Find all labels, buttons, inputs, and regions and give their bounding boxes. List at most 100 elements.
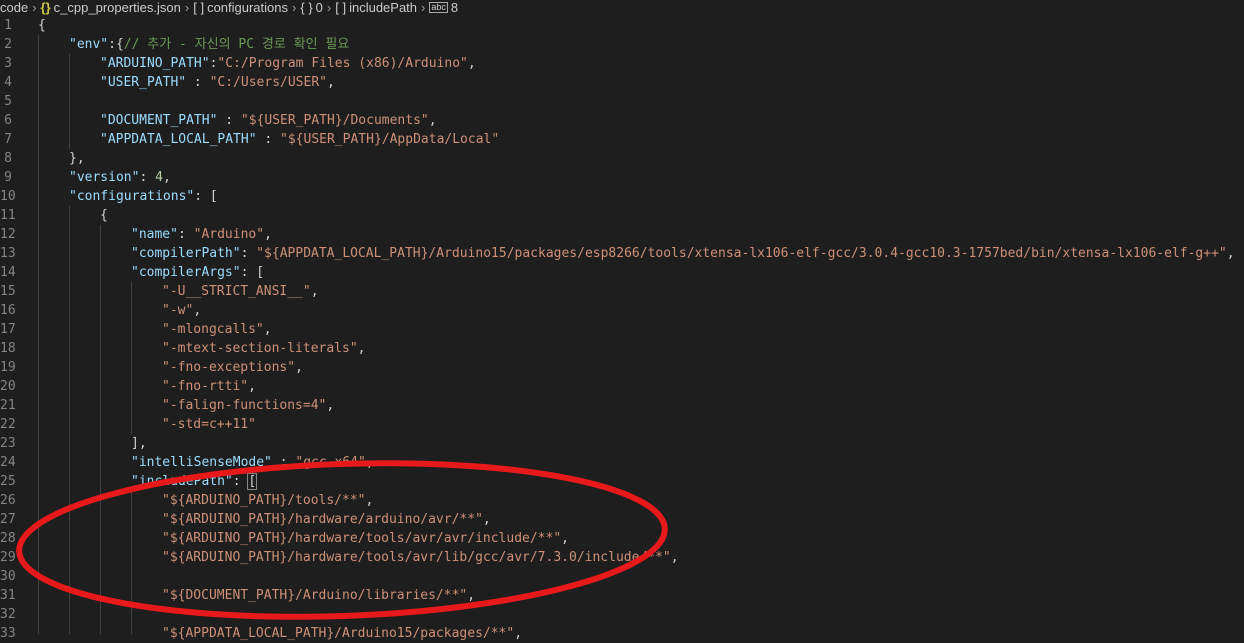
json-string: "${APPDATA_LOCAL_PATH}/Arduino15/package… bbox=[256, 246, 1227, 261]
matched-bracket: [ bbox=[247, 473, 258, 490]
indent-guide bbox=[100, 225, 101, 634]
chevron-right-icon: › bbox=[184, 0, 190, 15]
line-number: 12 bbox=[0, 227, 16, 242]
code-text: "-mlongcalls", bbox=[162, 322, 272, 337]
line-number: 11 bbox=[0, 208, 16, 223]
code-text: "-fno-exceptions", bbox=[162, 360, 303, 375]
line-number: 6 bbox=[4, 113, 12, 128]
code-text: "ARDUINO_PATH":"C:/Program Files (x86)/A… bbox=[100, 56, 476, 71]
json-string: "${ARDUINO_PATH}/hardware/tools/avr/avr/… bbox=[162, 531, 562, 546]
line-number: 1 bbox=[4, 18, 12, 33]
object-icon: { } bbox=[300, 0, 313, 15]
json-number: 4 bbox=[155, 170, 163, 185]
code-text: "-w", bbox=[162, 303, 202, 318]
json-string: "${DOCUMENT_PATH}/Arduino/libraries/**" bbox=[162, 588, 468, 603]
json-string: "-fno-exceptions" bbox=[162, 360, 296, 375]
json-key: "version" bbox=[69, 170, 140, 185]
line-number: 2 bbox=[4, 37, 12, 52]
line-number: 31 bbox=[0, 588, 16, 603]
json-string: "gcc-x64" bbox=[295, 455, 366, 470]
line-number: 23 bbox=[0, 436, 16, 451]
code-text: "configurations": [ bbox=[69, 189, 218, 204]
code-text: }, bbox=[69, 151, 85, 166]
breadcrumb-item-configurations[interactable]: [ ] configurations bbox=[193, 0, 288, 15]
line-number: 22 bbox=[0, 417, 16, 432]
json-key: "USER_PATH" bbox=[100, 75, 187, 90]
code-text: "compilerArgs": [ bbox=[131, 265, 265, 280]
breadcrumb-item-file[interactable]: {} c_cpp_properties.json bbox=[41, 0, 181, 15]
array-icon: [ ] bbox=[335, 0, 347, 15]
code-text: "${ARDUINO_PATH}/hardware/arduino/avr/**… bbox=[162, 512, 491, 527]
indent-guide bbox=[131, 282, 132, 434]
code-text: "-fno-rtti", bbox=[162, 379, 256, 394]
chevron-right-icon: › bbox=[421, 0, 426, 15]
string-icon: abc bbox=[429, 2, 448, 13]
line-number: 14 bbox=[0, 265, 16, 280]
json-string: "-w" bbox=[162, 303, 194, 318]
code-editor[interactable]: 1 { 2 "env":{// 추가 - 자신의 PC 경로 확인 필요 3 "ARD… bbox=[0, 16, 1244, 641]
json-key: "intelliSenseMode" bbox=[131, 455, 272, 470]
line-number: 24 bbox=[0, 455, 16, 470]
line-number: 17 bbox=[0, 322, 16, 337]
line-number: 19 bbox=[0, 360, 16, 375]
code-text: "DOCUMENT_PATH" : "${USER_PATH}/Document… bbox=[100, 113, 437, 128]
json-file-icon: {} bbox=[40, 0, 51, 15]
line-number: 21 bbox=[0, 398, 16, 413]
json-string: "C:/Users/USER" bbox=[209, 75, 327, 90]
breadcrumb-item-string[interactable]: abc 8 bbox=[429, 0, 458, 15]
code-text: "name": "Arduino", bbox=[131, 227, 272, 242]
json-key: "includePath" bbox=[131, 474, 233, 489]
code-comment: // 추가 - 자신의 PC 경로 확인 필요 bbox=[123, 37, 350, 52]
line-number: 25 bbox=[0, 474, 16, 489]
array-icon: [ ] bbox=[193, 0, 205, 15]
indent-guide bbox=[38, 35, 39, 634]
json-string: "${ARDUINO_PATH}/tools/**" bbox=[162, 493, 366, 508]
json-string: "C:/Program Files (x86)/Arduino" bbox=[217, 56, 468, 71]
code-text: "USER_PATH" : "C:/Users/USER", bbox=[100, 75, 335, 90]
line-number: 29 bbox=[0, 550, 16, 565]
json-string: "${USER_PATH}/Documents" bbox=[240, 113, 429, 128]
line-number: 27 bbox=[0, 512, 16, 527]
line-number: 18 bbox=[0, 341, 16, 356]
code-text: "${ARDUINO_PATH}/tools/**", bbox=[162, 493, 374, 508]
json-string: "-fno-rtti" bbox=[162, 379, 249, 394]
json-key: "name" bbox=[131, 227, 178, 242]
code-text: "-std=c++11" bbox=[162, 415, 256, 434]
indent-guide bbox=[69, 54, 70, 149]
json-key: "configurations" bbox=[69, 189, 195, 204]
chevron-right-icon: › bbox=[32, 0, 37, 15]
json-string: "${USER_PATH}/AppData/Local" bbox=[280, 132, 500, 147]
line-number: 3 bbox=[4, 56, 12, 71]
json-string: "-mtext-section-literals" bbox=[162, 341, 358, 356]
indent-guide bbox=[69, 206, 70, 634]
line-number: 20 bbox=[0, 379, 16, 394]
breadcrumb: code ›{} c_cpp_properties.json ›[ ] configur… bbox=[0, 0, 1244, 16]
line-number: 15 bbox=[0, 284, 16, 299]
line-number: 13 bbox=[0, 246, 16, 261]
json-string: "${ARDUINO_PATH}/hardware/tools/avr/lib/… bbox=[162, 550, 671, 565]
json-string: "-U__STRICT_ANSI__" bbox=[162, 284, 311, 299]
json-string: "${ARDUINO_PATH}/hardware/arduino/avr/**… bbox=[162, 512, 483, 527]
code-text: "-U__STRICT_ANSI__", bbox=[162, 284, 319, 299]
line-number: 28 bbox=[0, 531, 16, 546]
code-text: "env":{// 추가 - 자신의 PC 경로 확인 필요 bbox=[69, 37, 350, 52]
json-key: "DOCUMENT_PATH" bbox=[100, 113, 218, 128]
json-key: "ARDUINO_PATH" bbox=[100, 56, 210, 71]
chevron-right-icon: › bbox=[326, 0, 332, 15]
breadcrumb-item-folder[interactable]: code bbox=[0, 0, 28, 15]
line-number: 9 bbox=[4, 170, 12, 185]
code-text: "compilerPath": "${APPDATA_LOCAL_PATH}/A… bbox=[131, 246, 1235, 261]
breadcrumb-item-index[interactable]: { } 0 bbox=[300, 0, 323, 15]
line-number: 5 bbox=[4, 94, 12, 109]
code-text: "${ARDUINO_PATH}/hardware/tools/avr/avr/… bbox=[162, 531, 569, 546]
line-number: 32 bbox=[0, 607, 16, 622]
code-text: "-mtext-section-literals", bbox=[162, 341, 366, 356]
json-string: "-std=c++11" bbox=[162, 417, 256, 432]
breadcrumb-item-includepath[interactable]: [ ] includePath bbox=[335, 0, 417, 15]
code-text: ], bbox=[131, 436, 147, 451]
code-text: "intelliSenseMode" : "gcc-x64", bbox=[131, 455, 374, 470]
code-text: "${ARDUINO_PATH}/hardware/tools/avr/lib/… bbox=[162, 550, 679, 565]
json-string: "Arduino" bbox=[193, 227, 265, 242]
json-string: "-mlongcalls" bbox=[162, 322, 264, 337]
line-number: 10 bbox=[0, 189, 16, 204]
